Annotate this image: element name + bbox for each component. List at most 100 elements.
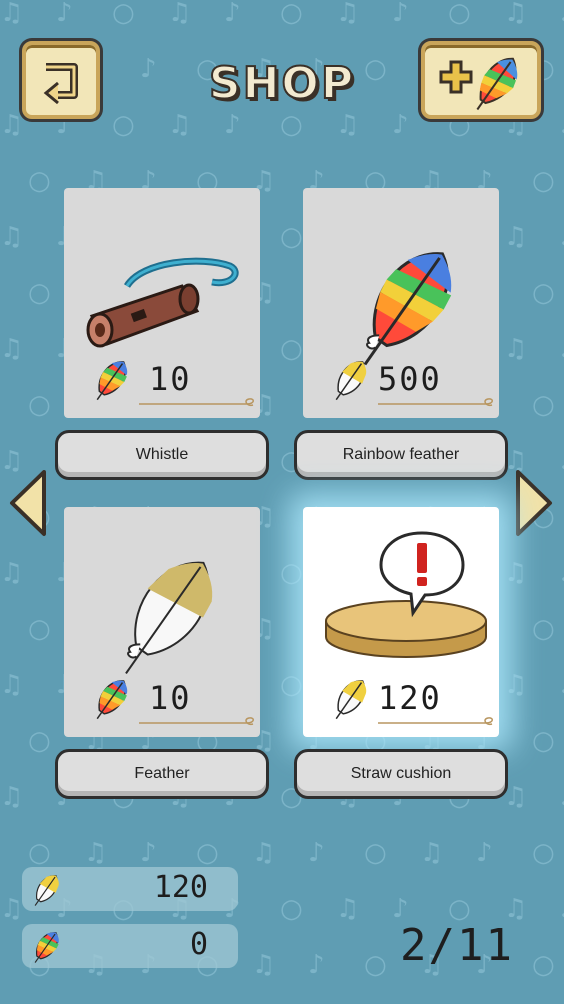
background-pattern: ♫♪○♫♪○♫♪○♫♪○♫♪○♫♪○♫♪○♫♪○♫♪○♫♪○♫♪○♫♪○♫♪○♫…	[0, 0, 564, 1004]
pattern-glyph: ♫	[504, 558, 528, 588]
pattern-glyph: ♫	[168, 0, 192, 28]
price-underline	[139, 717, 254, 726]
pattern-glyph: ○	[532, 166, 555, 196]
price-value: 500	[378, 360, 442, 398]
item-name-button-rainbow-feather[interactable]: Rainbow feather	[294, 430, 508, 480]
pattern-glyph: ♫	[0, 222, 24, 252]
pattern-glyph: ♪	[476, 838, 493, 868]
pattern-glyph: ♪	[560, 784, 564, 810]
pattern-glyph: ○	[280, 894, 303, 924]
rainbow-feather-balance: 0	[22, 924, 238, 968]
pattern-glyph: ○	[28, 166, 51, 196]
pattern-glyph: ♫	[420, 838, 444, 868]
pattern-glyph: ○	[196, 838, 219, 868]
yellow-feather-icon	[335, 680, 367, 720]
rainbow-feather-icon	[34, 932, 59, 963]
next-page-arrow[interactable]	[514, 468, 554, 538]
pattern-glyph: ♪	[560, 448, 564, 474]
pattern-glyph: ♪	[560, 112, 564, 138]
pattern-glyph: ♫	[0, 782, 24, 812]
price-value: 10	[149, 360, 192, 398]
pattern-glyph: ♪	[560, 336, 564, 362]
rainbow-feather-count: 0	[189, 927, 208, 962]
pattern-glyph: ○	[280, 110, 303, 140]
pattern-glyph: ♫	[0, 558, 24, 588]
pattern-glyph: ♪	[560, 896, 564, 922]
pattern-glyph: ♪	[560, 672, 564, 698]
pattern-glyph: ♪	[308, 950, 325, 980]
yellow-feather-icon	[335, 361, 367, 401]
shop-item-card-straw-cushion[interactable]: 120	[303, 507, 499, 737]
pattern-glyph: ♫	[84, 838, 108, 868]
shop-item-card-feather[interactable]: 10	[64, 507, 260, 737]
pattern-glyph: ○	[280, 0, 303, 28]
shop-item-card-whistle[interactable]: 10	[64, 188, 260, 418]
pattern-glyph: ♫	[504, 670, 528, 700]
pattern-glyph: ○	[532, 838, 555, 868]
pattern-glyph: ♫	[0, 110, 24, 140]
buy-feathers-button[interactable]	[421, 41, 541, 119]
price-value: 120	[378, 679, 442, 717]
pattern-glyph: ○	[532, 390, 555, 420]
pattern-glyph: ♫	[168, 110, 192, 140]
pattern-glyph: ○	[112, 0, 135, 28]
pattern-glyph: ♫	[336, 0, 360, 28]
pattern-glyph: ○	[280, 222, 303, 252]
rainbow-feather-large-icon	[363, 252, 452, 366]
pattern-glyph: ♪	[560, 560, 564, 586]
price-tag: 120	[328, 679, 493, 726]
whistle-icon	[86, 257, 239, 348]
pattern-glyph: ○	[28, 726, 51, 756]
page-indicator: 2/11	[400, 920, 514, 971]
pattern-glyph: ○	[532, 726, 555, 756]
item-name-button-whistle[interactable]: Whistle	[55, 430, 269, 480]
pattern-glyph: ♫	[504, 334, 528, 364]
price-underline	[378, 398, 493, 407]
pattern-glyph: ○	[28, 614, 51, 644]
exclamation-alert-icon	[379, 531, 465, 618]
shop-item-card-rainbow-feather[interactable]: 500	[303, 188, 499, 418]
price-tag: 10	[89, 679, 254, 726]
pattern-glyph: ♫	[504, 0, 528, 28]
pattern-glyph: ♫	[0, 334, 24, 364]
previous-page-arrow[interactable]	[8, 468, 48, 538]
price-underline	[139, 398, 254, 407]
pattern-glyph: ♫	[336, 110, 360, 140]
pattern-glyph: ○	[28, 390, 51, 420]
pattern-glyph: ○	[448, 894, 471, 924]
pattern-glyph: ♪	[560, 224, 564, 250]
pattern-glyph: ♪	[392, 894, 409, 924]
pattern-glyph: ○	[112, 110, 135, 140]
pattern-glyph: ♫	[504, 222, 528, 252]
pattern-glyph: ○	[28, 278, 51, 308]
pattern-glyph: ○	[364, 838, 387, 868]
pattern-glyph: ○	[532, 950, 555, 980]
pattern-glyph: ♫	[252, 838, 276, 868]
rainbow-feather-icon	[96, 361, 128, 401]
pattern-glyph: ♫	[252, 950, 276, 980]
yellow-feather-balance: 120	[22, 867, 238, 911]
pattern-glyph: ♪	[140, 838, 157, 868]
pattern-glyph: ♪	[224, 110, 241, 140]
item-name-button-feather[interactable]: Feather	[55, 749, 269, 799]
pattern-glyph: ♪	[392, 0, 409, 28]
pattern-glyph: ○	[280, 334, 303, 364]
pattern-glyph: ♪	[308, 838, 325, 868]
pattern-glyph: ○	[280, 670, 303, 700]
pattern-glyph: ♫	[336, 894, 360, 924]
pattern-glyph: ○	[532, 278, 555, 308]
pattern-glyph: ♫	[0, 0, 24, 28]
plain-feather-icon	[125, 561, 213, 675]
pattern-glyph: ○	[448, 0, 471, 28]
price-tag: 10	[89, 360, 254, 407]
pattern-glyph: ♫	[0, 670, 24, 700]
price-tag: 500	[328, 360, 493, 407]
pattern-glyph: ♪	[392, 110, 409, 140]
plus-rainbow-feather-icon	[439, 57, 518, 111]
item-name-button-straw-cushion[interactable]: Straw cushion	[294, 749, 508, 799]
price-value: 10	[149, 679, 192, 717]
pattern-glyph: ♫	[0, 894, 24, 924]
pattern-glyph: ♪	[560, 0, 564, 26]
pattern-glyph: ♪	[56, 0, 73, 28]
pattern-glyph: ♪	[224, 0, 241, 28]
